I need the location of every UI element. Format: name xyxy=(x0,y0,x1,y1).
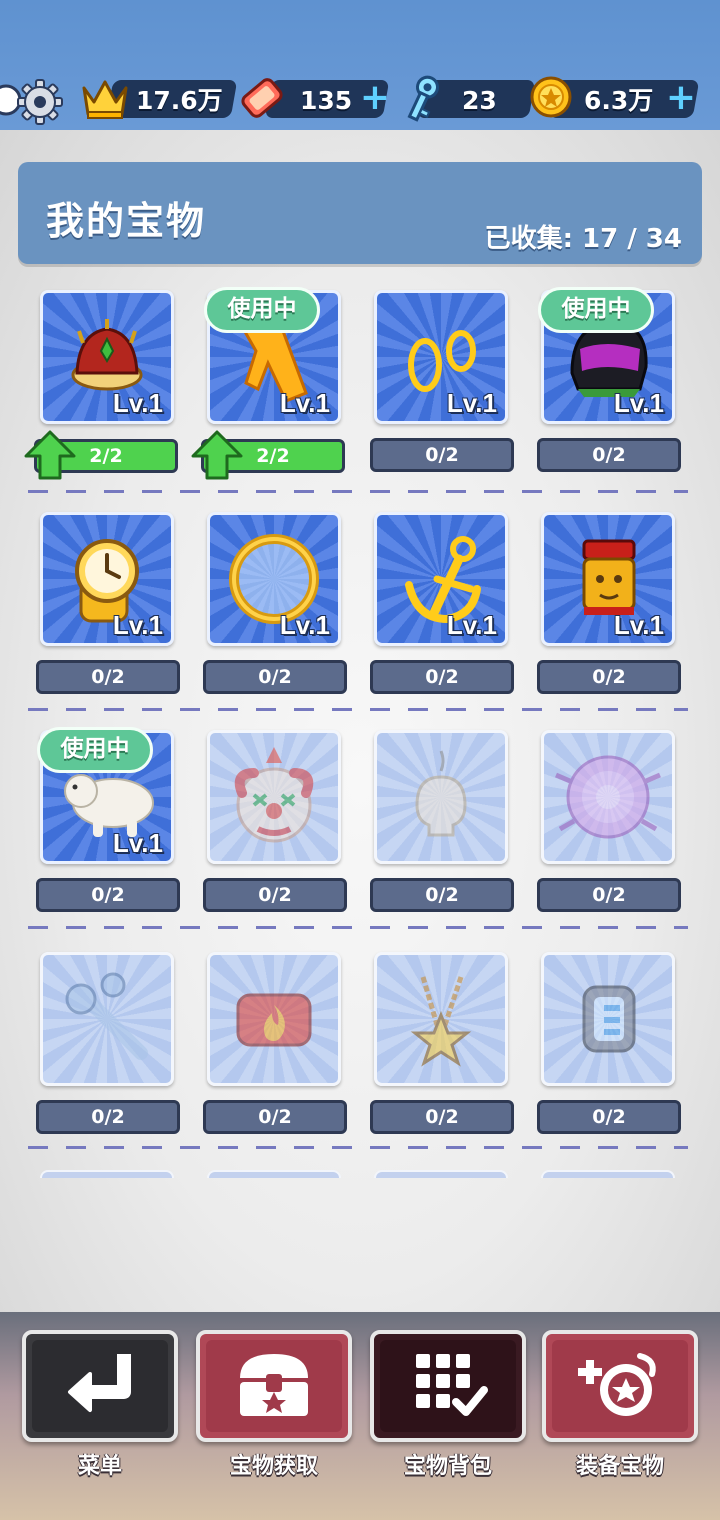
top-bar: 17.6万 135 + 23 6.3万 + xyxy=(0,0,720,132)
grid-check-icon xyxy=(416,1354,488,1416)
treasure-card[interactable]: Lv.1 使用中 xyxy=(204,287,341,424)
menu-button[interactable] xyxy=(22,1330,178,1442)
equip-treasure-button[interactable] xyxy=(542,1330,698,1442)
skull-necklace-icon xyxy=(415,750,467,837)
coin-plus-button[interactable]: + xyxy=(664,80,698,118)
level-label: Lv.1 xyxy=(613,610,664,640)
level-label: Lv.1 xyxy=(279,388,330,418)
treasure-card[interactable]: Lv.1 xyxy=(207,512,341,646)
level-label: Lv.1 xyxy=(613,388,664,418)
progress-bar: 0/2 xyxy=(537,660,681,694)
equip-treasure-label: 装备宝物 xyxy=(575,1454,664,1479)
treasure-card[interactable] xyxy=(40,952,174,1086)
menu-label: 菜单 xyxy=(77,1454,122,1479)
treasure-card[interactable]: Lv.1 xyxy=(374,512,508,646)
progress-bar: 0/2 xyxy=(36,1100,180,1134)
progress-bar: 0/2 xyxy=(36,660,180,694)
progress-bar: 0/2 xyxy=(537,438,681,472)
level-label: Lv.1 xyxy=(279,610,330,640)
wrench-icon xyxy=(65,972,148,1060)
page-title: 我的宝物 xyxy=(46,199,207,243)
return-arrow-icon xyxy=(68,1354,131,1412)
progress-bar: 0/2 xyxy=(203,1100,347,1134)
progress-bar: 0/2 xyxy=(370,878,514,912)
flower-icon xyxy=(555,755,661,839)
progress-bar: 0/2 xyxy=(537,878,681,912)
gear-icon xyxy=(0,79,63,125)
equip-badge-icon xyxy=(578,1353,656,1416)
upgrade-arrow-icon[interactable] xyxy=(24,430,76,480)
progress-bar: 0/2 xyxy=(36,878,180,912)
treasure-card-partial[interactable] xyxy=(541,1170,675,1178)
progress-bar: 0/2 xyxy=(203,878,347,912)
currency-hud: 17.6万 135 + 23 6.3万 + xyxy=(0,66,720,130)
progress-bar: 0/2 xyxy=(537,1100,681,1134)
level-label: Lv.1 xyxy=(446,388,497,418)
treasure-card[interactable]: Lv.1 使用中 xyxy=(538,287,675,424)
level-label: Lv.1 xyxy=(112,388,163,418)
progress-bar: 0/2 xyxy=(370,438,514,472)
clown-mask-icon xyxy=(234,747,314,843)
fire-badge-icon xyxy=(236,993,312,1047)
treasure-card[interactable]: Lv.1 xyxy=(40,512,174,646)
treasure-backpack-label: 宝物背包 xyxy=(403,1454,492,1479)
coin-value: 6.3万 xyxy=(584,86,654,115)
in-use-badge: 使用中 xyxy=(37,727,153,773)
ticket-plus-button[interactable]: + xyxy=(358,80,392,118)
ticket-value: 135 xyxy=(300,86,353,115)
treasure-card-partial[interactable] xyxy=(40,1170,174,1178)
crown-icon xyxy=(82,80,128,119)
key-value: 23 xyxy=(462,86,497,115)
in-use-badge: 使用中 xyxy=(204,287,320,333)
key-icon xyxy=(407,75,439,122)
treasure-backpack-button[interactable] xyxy=(370,1330,526,1442)
treasure-card[interactable] xyxy=(541,952,675,1086)
treasure-card[interactable]: Lv.1 使用中 xyxy=(37,727,174,864)
in-use-badge: 使用中 xyxy=(538,287,654,333)
treasure-card[interactable]: Lv.1 xyxy=(541,512,675,646)
settings-button[interactable] xyxy=(0,72,64,128)
treasure-obtain-label: 宝物获取 xyxy=(229,1454,318,1479)
row-divider xyxy=(28,490,688,493)
treasure-obtain-button[interactable] xyxy=(196,1330,352,1442)
progress-bar: 0/2 xyxy=(370,1100,514,1134)
collection-header: 我的宝物 已收集: 17 / 34 xyxy=(18,162,702,264)
treasure-card[interactable] xyxy=(374,952,508,1086)
row-divider xyxy=(28,708,688,711)
treasure-card[interactable] xyxy=(541,730,675,864)
treasure-card-partial[interactable] xyxy=(374,1170,508,1178)
upgrade-arrow-icon[interactable] xyxy=(191,430,243,480)
level-label: Lv.1 xyxy=(112,828,163,858)
star-necklace-icon xyxy=(410,976,472,1067)
treasure-card[interactable]: Lv.1 xyxy=(374,290,508,424)
treasure-card[interactable] xyxy=(207,952,341,1086)
crown-value: 17.6万 xyxy=(136,86,223,115)
ticket-icon xyxy=(241,78,283,118)
treasure-card[interactable]: Lv.1 xyxy=(40,290,174,424)
collected-count: 已收集: 17 / 34 xyxy=(484,224,682,254)
treasure-card[interactable] xyxy=(374,730,508,864)
progress-bar: 0/2 xyxy=(370,660,514,694)
treasure-card-partial[interactable] xyxy=(207,1170,341,1178)
level-label: Lv.1 xyxy=(446,610,497,640)
smartwatch-icon xyxy=(582,985,636,1053)
row-divider xyxy=(28,926,688,929)
progress-bar: 0/2 xyxy=(203,660,347,694)
treasure-chest-icon xyxy=(240,1354,308,1416)
level-label: Lv.1 xyxy=(112,610,163,640)
row-divider xyxy=(28,1146,688,1149)
treasure-card[interactable] xyxy=(207,730,341,864)
coin-icon xyxy=(530,76,572,118)
